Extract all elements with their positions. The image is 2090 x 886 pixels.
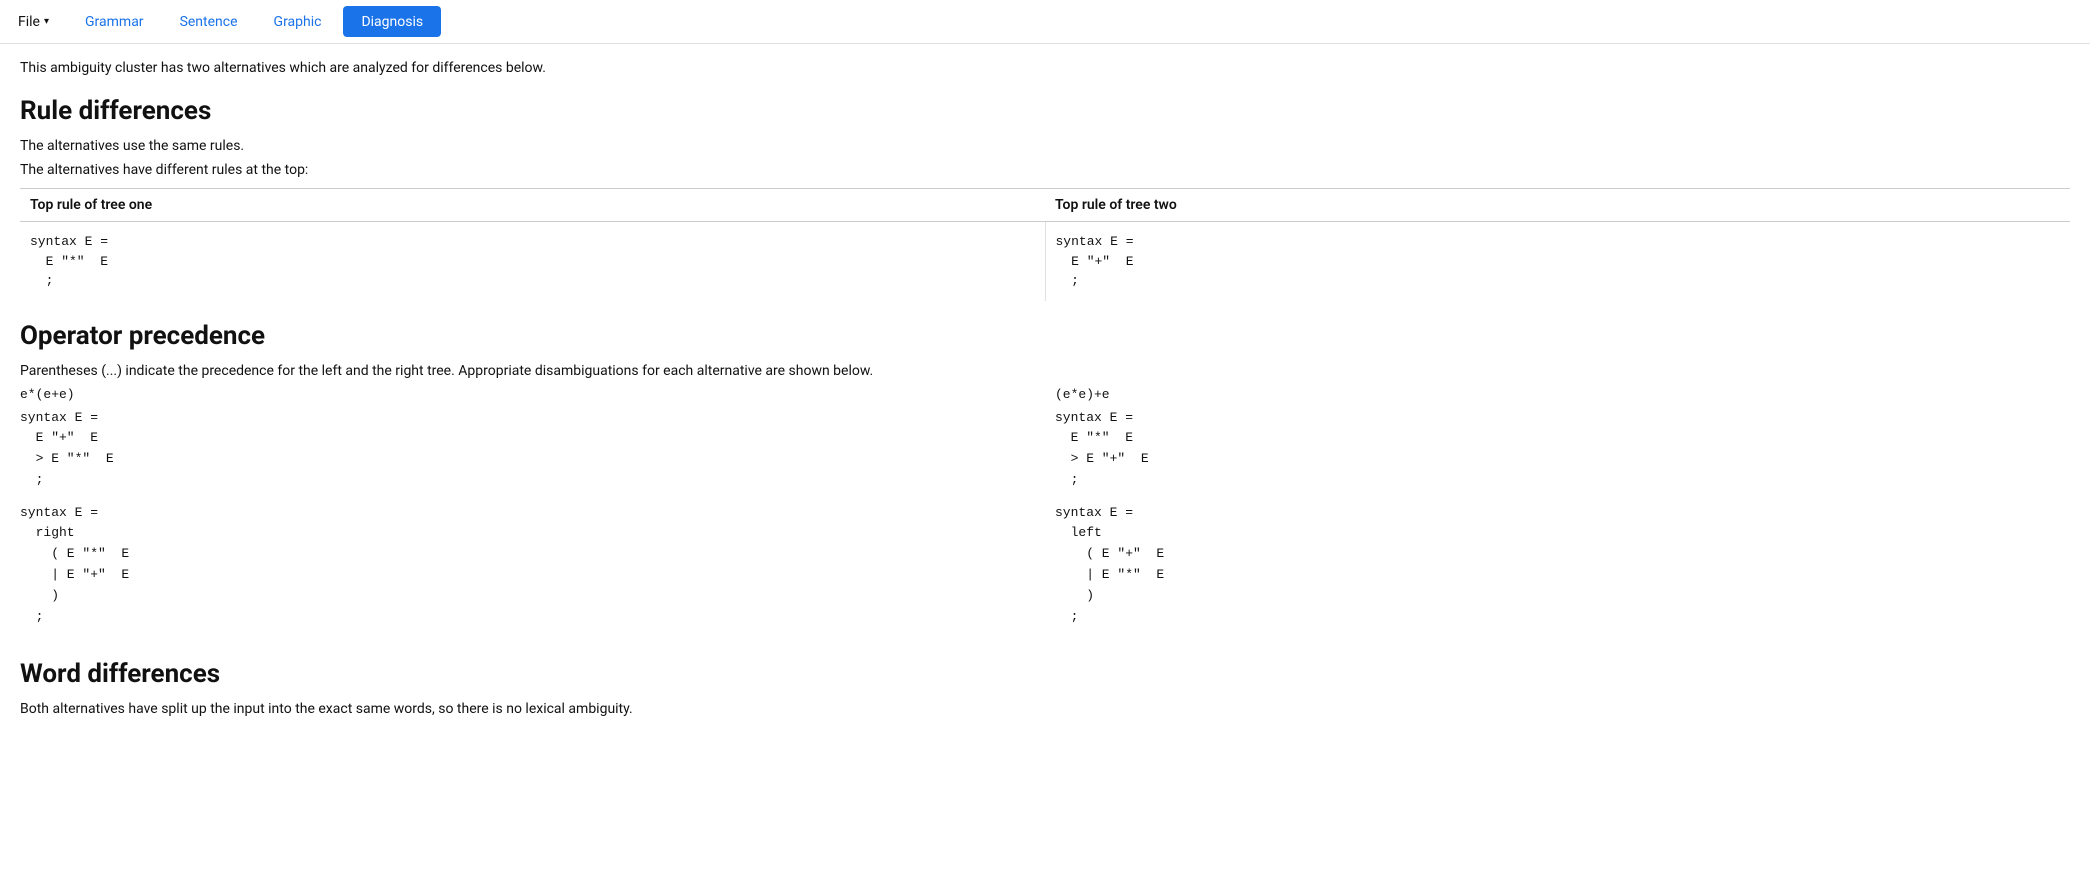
main-content: This ambiguity cluster has two alternati… [0, 44, 2090, 733]
col2-header: Top rule of tree two [1045, 189, 2070, 222]
intro-text: This ambiguity cluster has two alternati… [20, 60, 2070, 76]
file-dropdown-arrow: ▾ [44, 16, 49, 27]
diagnosis-tab[interactable]: Diagnosis [343, 6, 441, 37]
grammar-tab[interactable]: Grammar [67, 0, 162, 43]
rule-same-text: The alternatives use the same rules. [20, 138, 2070, 154]
rule-differences-table: Top rule of tree one Top rule of tree tw… [20, 188, 2070, 301]
op-right-label: (e*e)+e [1055, 387, 2070, 402]
word-differences-heading: Word differences [20, 659, 2070, 689]
diagnosis-label: Diagnosis [361, 14, 423, 30]
grammar-label: Grammar [85, 14, 144, 30]
operator-precedence-heading: Operator precedence [20, 321, 2070, 351]
sentence-label: Sentence [180, 14, 238, 30]
op-col-left: e*(e+e) syntax E = E "+" E > E "*" E ; s… [20, 387, 1045, 640]
file-menu[interactable]: File ▾ [0, 0, 67, 43]
navbar: File ▾ Grammar Sentence Graphic Diagnosi… [0, 0, 2090, 44]
op-left-code1: syntax E = E "+" E > E "*" E ; [20, 408, 1035, 491]
graphic-tab[interactable]: Graphic [256, 0, 340, 43]
col1-code-cell: syntax E = E "*" E ; [20, 222, 1045, 301]
op-right-code2: syntax E = left ( E "+" E | E "*" E ) ; [1055, 503, 2070, 628]
operator-precedence-columns: e*(e+e) syntax E = E "+" E > E "*" E ; s… [20, 387, 2070, 640]
rule-different-text: The alternatives have different rules at… [20, 162, 2070, 178]
col2-code-cell: syntax E = E "+" E ; [1045, 222, 2070, 301]
col2-code: syntax E = E "+" E ; [1056, 232, 2061, 291]
op-col-right: (e*e)+e syntax E = E "*" E > E "+" E ; s… [1045, 387, 2070, 640]
word-differences-desc: Both alternatives have split up the inpu… [20, 701, 2070, 717]
rule-differences-heading: Rule differences [20, 96, 2070, 126]
op-left-code2: syntax E = right ( E "*" E | E "+" E ) ; [20, 503, 1035, 628]
col1-code: syntax E = E "*" E ; [30, 232, 1035, 291]
word-differences-section: Word differences Both alternatives have … [20, 659, 2070, 717]
op-right-code1: syntax E = E "*" E > E "+" E ; [1055, 408, 2070, 491]
sentence-tab[interactable]: Sentence [162, 0, 256, 43]
file-label: File [18, 14, 40, 30]
operator-precedence-desc: Parentheses (...) indicate the precedenc… [20, 363, 2070, 379]
op-left-label: e*(e+e) [20, 387, 1035, 402]
col1-header: Top rule of tree one [20, 189, 1045, 222]
graphic-label: Graphic [274, 14, 322, 30]
